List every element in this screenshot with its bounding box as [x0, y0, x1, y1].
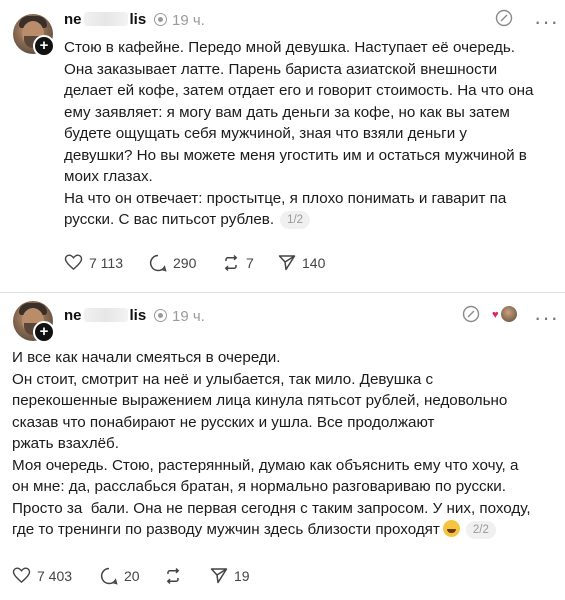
- thread-post: + ne lis 19 ч. ♥ ··· И все как начали сме…: [0, 294, 565, 600]
- heart-icon: [64, 254, 83, 271]
- heart-icon: ♥: [492, 309, 499, 321]
- more-dots-icon[interactable]: ···: [534, 307, 559, 329]
- redacted-name-blur: [83, 12, 128, 26]
- repost-count: 7: [246, 255, 254, 271]
- repost-icon: [166, 567, 180, 585]
- repost-icon: [224, 254, 238, 272]
- edit-circle-icon[interactable]: [462, 305, 480, 328]
- liked-by-author-badge: ♥: [492, 305, 518, 323]
- follow-plus-button[interactable]: +: [33, 35, 55, 57]
- send-icon: [210, 568, 228, 584]
- verified-badge-icon: [154, 309, 167, 322]
- post-divider: [0, 292, 565, 293]
- redacted-name-blur: [83, 308, 128, 322]
- comment-count: 20: [124, 568, 140, 584]
- post-actions: 7 403 20 19: [12, 567, 312, 587]
- share-count: 19: [234, 567, 250, 584]
- comment-button[interactable]: 290: [149, 254, 196, 272]
- share-button[interactable]: 19: [210, 567, 250, 584]
- share-button[interactable]: 140: [278, 254, 325, 271]
- comment-count: 290: [173, 255, 197, 271]
- post-time[interactable]: 19 ч.: [154, 308, 205, 325]
- page-indicator: 2/2: [465, 521, 496, 539]
- comment-button[interactable]: 20: [100, 567, 140, 585]
- thread-post: + ne lis 19 ч. ··· Стою в кафейне. Передо…: [0, 0, 565, 292]
- username[interactable]: ne lis: [64, 307, 146, 324]
- like-button[interactable]: 7 403: [12, 567, 72, 584]
- username[interactable]: ne lis: [64, 11, 146, 28]
- like-count: 7 403: [37, 567, 73, 584]
- post-text: И все как начали смеяться в очереди. Он …: [12, 349, 531, 539]
- author-mini-avatar: [500, 305, 518, 323]
- page-indicator: 1/2: [280, 211, 311, 229]
- repost-button[interactable]: [164, 567, 188, 585]
- send-icon: [278, 255, 296, 271]
- post-actions: 7 113 290 7 140: [64, 254, 484, 274]
- verified-badge-icon: [154, 13, 167, 26]
- post-time[interactable]: 19 ч.: [154, 12, 205, 29]
- post-text: Стою в кафейне. Передо мной девушка. Нас…: [64, 39, 534, 229]
- edit-circle-icon[interactable]: [495, 9, 513, 32]
- like-count: 7 113: [89, 254, 123, 271]
- follow-plus-button[interactable]: +: [33, 321, 55, 343]
- share-count: 140: [302, 254, 326, 271]
- heart-icon: [12, 567, 31, 584]
- repost-button[interactable]: 7: [222, 254, 254, 272]
- comment-bubble-icon: [100, 567, 118, 585]
- like-button[interactable]: 7 113: [64, 254, 123, 271]
- more-dots-icon[interactable]: ···: [534, 11, 559, 33]
- comment-bubble-icon: [149, 254, 167, 272]
- laughing-emoji-icon: [442, 520, 460, 537]
